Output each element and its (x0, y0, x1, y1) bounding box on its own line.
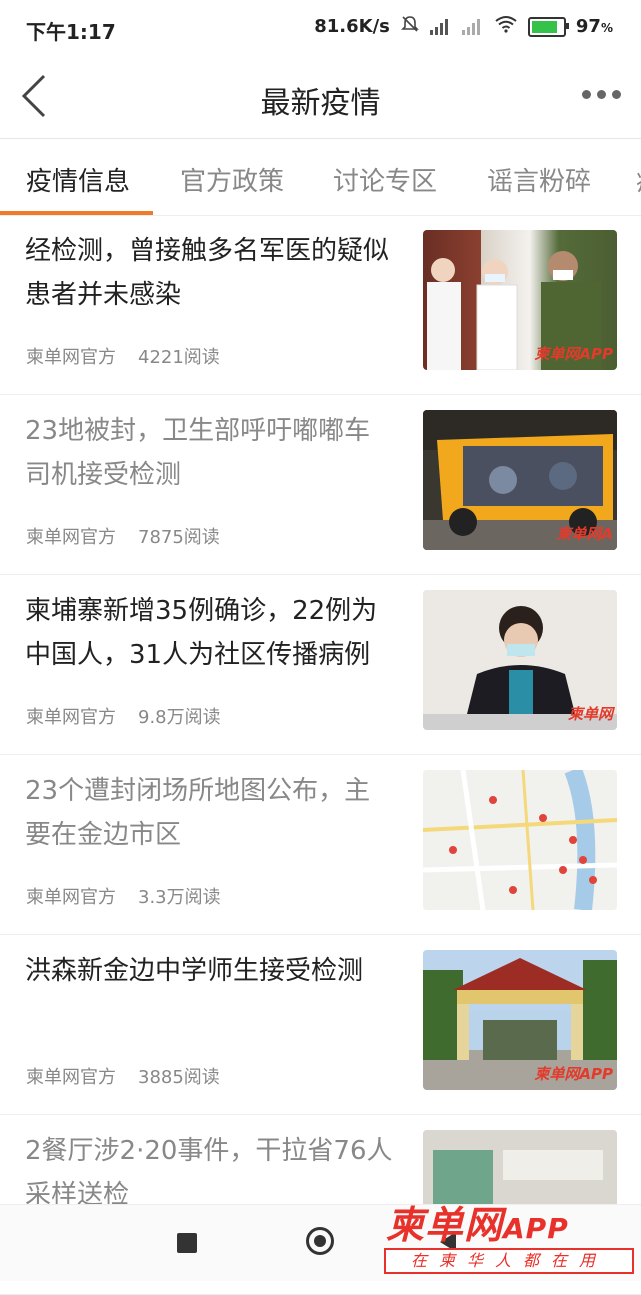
brand-logo: 柬单网APP (386, 1203, 569, 1247)
article-headline: 经检测，曾接触多名军医的疑似患者并未感染 (25, 236, 390, 310)
thumbnail-watermark: 柬单网APP (534, 345, 613, 363)
status-bar: 下午1:17 81.6K/s 97% (0, 0, 641, 56)
brand-slogan: 在柬华人都在用 (384, 1248, 634, 1274)
article-source: 柬单网官方 (26, 707, 116, 728)
article-reads: 3.3万阅读 (138, 887, 221, 908)
list-item[interactable]: 23个遭封闭场所地图公布，主要在金边市区 柬单网官方 3.3万阅读 (0, 755, 641, 935)
signal-icon (429, 18, 452, 35)
tab-overflow[interactable]: 疫 (636, 161, 641, 198)
list-item[interactable]: 23地被封，卫生部呼吁嘟嘟车司机接受检测 柬单网官方 7875阅读 柬单网A (0, 395, 641, 575)
article-reads: 4221阅读 (138, 347, 220, 368)
more-dots-icon (582, 90, 591, 99)
signal-icon-secondary (461, 18, 484, 35)
page-title: 最新疫情 (260, 86, 381, 121)
article-meta: 柬单网官方 3885阅读 (26, 1063, 220, 1089)
battery-level: 97% (575, 16, 613, 37)
list-item[interactable]: 洪森新金边中学师生接受检测 柬单网官方 3885阅读 柬单网APP (0, 935, 641, 1115)
network-speed: 81.6K/s (314, 16, 390, 37)
tab-rumor-busting[interactable]: 谣言粉碎 (487, 161, 591, 198)
news-list: 经检测，曾接触多名军医的疑似患者并未感染 柬单网官方 4221阅读 柬单网APP … (0, 215, 641, 1295)
article-thumbnail: 柬单网 (423, 590, 617, 730)
tab-epidemic-info[interactable]: 疫情信息 (26, 161, 130, 198)
tab-official-policy[interactable]: 官方政策 (180, 161, 284, 198)
battery-icon (527, 16, 569, 37)
article-meta: 柬单网官方 4221阅读 (26, 343, 220, 369)
recents-button[interactable] (177, 1233, 197, 1253)
article-meta: 柬单网官方 7875阅读 (26, 523, 220, 549)
article-thumbnail: 柬单网APP (423, 950, 617, 1090)
article-thumbnail (423, 770, 617, 910)
tab-discussion[interactable]: 讨论专区 (333, 161, 437, 198)
article-thumbnail: 柬单网APP (423, 230, 617, 370)
mute-icon (400, 14, 420, 39)
article-meta: 柬单网官方 9.8万阅读 (26, 703, 221, 729)
article-source: 柬单网官方 (26, 347, 116, 368)
status-time: 下午1:17 (26, 20, 116, 44)
article-source: 柬单网官方 (26, 1067, 116, 1088)
article-source: 柬单网官方 (26, 887, 116, 908)
more-button[interactable] (582, 90, 621, 99)
city-map-image (423, 770, 617, 910)
list-item[interactable]: 经检测，曾接触多名军医的疑似患者并未感染 柬单网官方 4221阅读 柬单网APP (0, 215, 641, 395)
battery-fill (531, 20, 558, 33)
article-headline: 23个遭封闭场所地图公布，主要在金边市区 (25, 776, 371, 850)
brand-watermark: 柬单网APP 在柬华人都在用 (382, 1194, 638, 1276)
thumbnail-watermark: 柬单网APP (534, 1065, 613, 1083)
article-headline: 洪森新金边中学师生接受检测 (25, 956, 364, 986)
article-headline: 23地被封，卫生部呼吁嘟嘟车司机接受检测 (25, 416, 371, 490)
wifi-icon (494, 15, 518, 38)
list-item[interactable]: 柬埔寨新增35例确诊，22例为中国人，31人为社区传播病例 柬单网官方 9.8万阅… (0, 575, 641, 755)
home-button[interactable] (306, 1227, 334, 1255)
article-thumbnail: 柬单网A (423, 410, 617, 550)
article-reads: 3885阅读 (138, 1067, 220, 1088)
thumbnail-watermark: 柬单网 (567, 705, 613, 723)
nav-header: 最新疫情 (0, 56, 641, 139)
article-meta: 柬单网官方 3.3万阅读 (26, 883, 221, 909)
article-source: 柬单网官方 (26, 527, 116, 548)
category-tabs: 疫情信息 官方政策 讨论专区 谣言粉碎 疫 (0, 139, 641, 216)
article-reads: 7875阅读 (138, 527, 220, 548)
status-right: 81.6K/s 97% (314, 14, 613, 39)
article-headline: 柬埔寨新增35例确诊，22例为中国人，31人为社区传播病例 (25, 596, 378, 670)
article-reads: 9.8万阅读 (138, 707, 221, 728)
thumbnail-watermark: 柬单网A (556, 525, 613, 543)
